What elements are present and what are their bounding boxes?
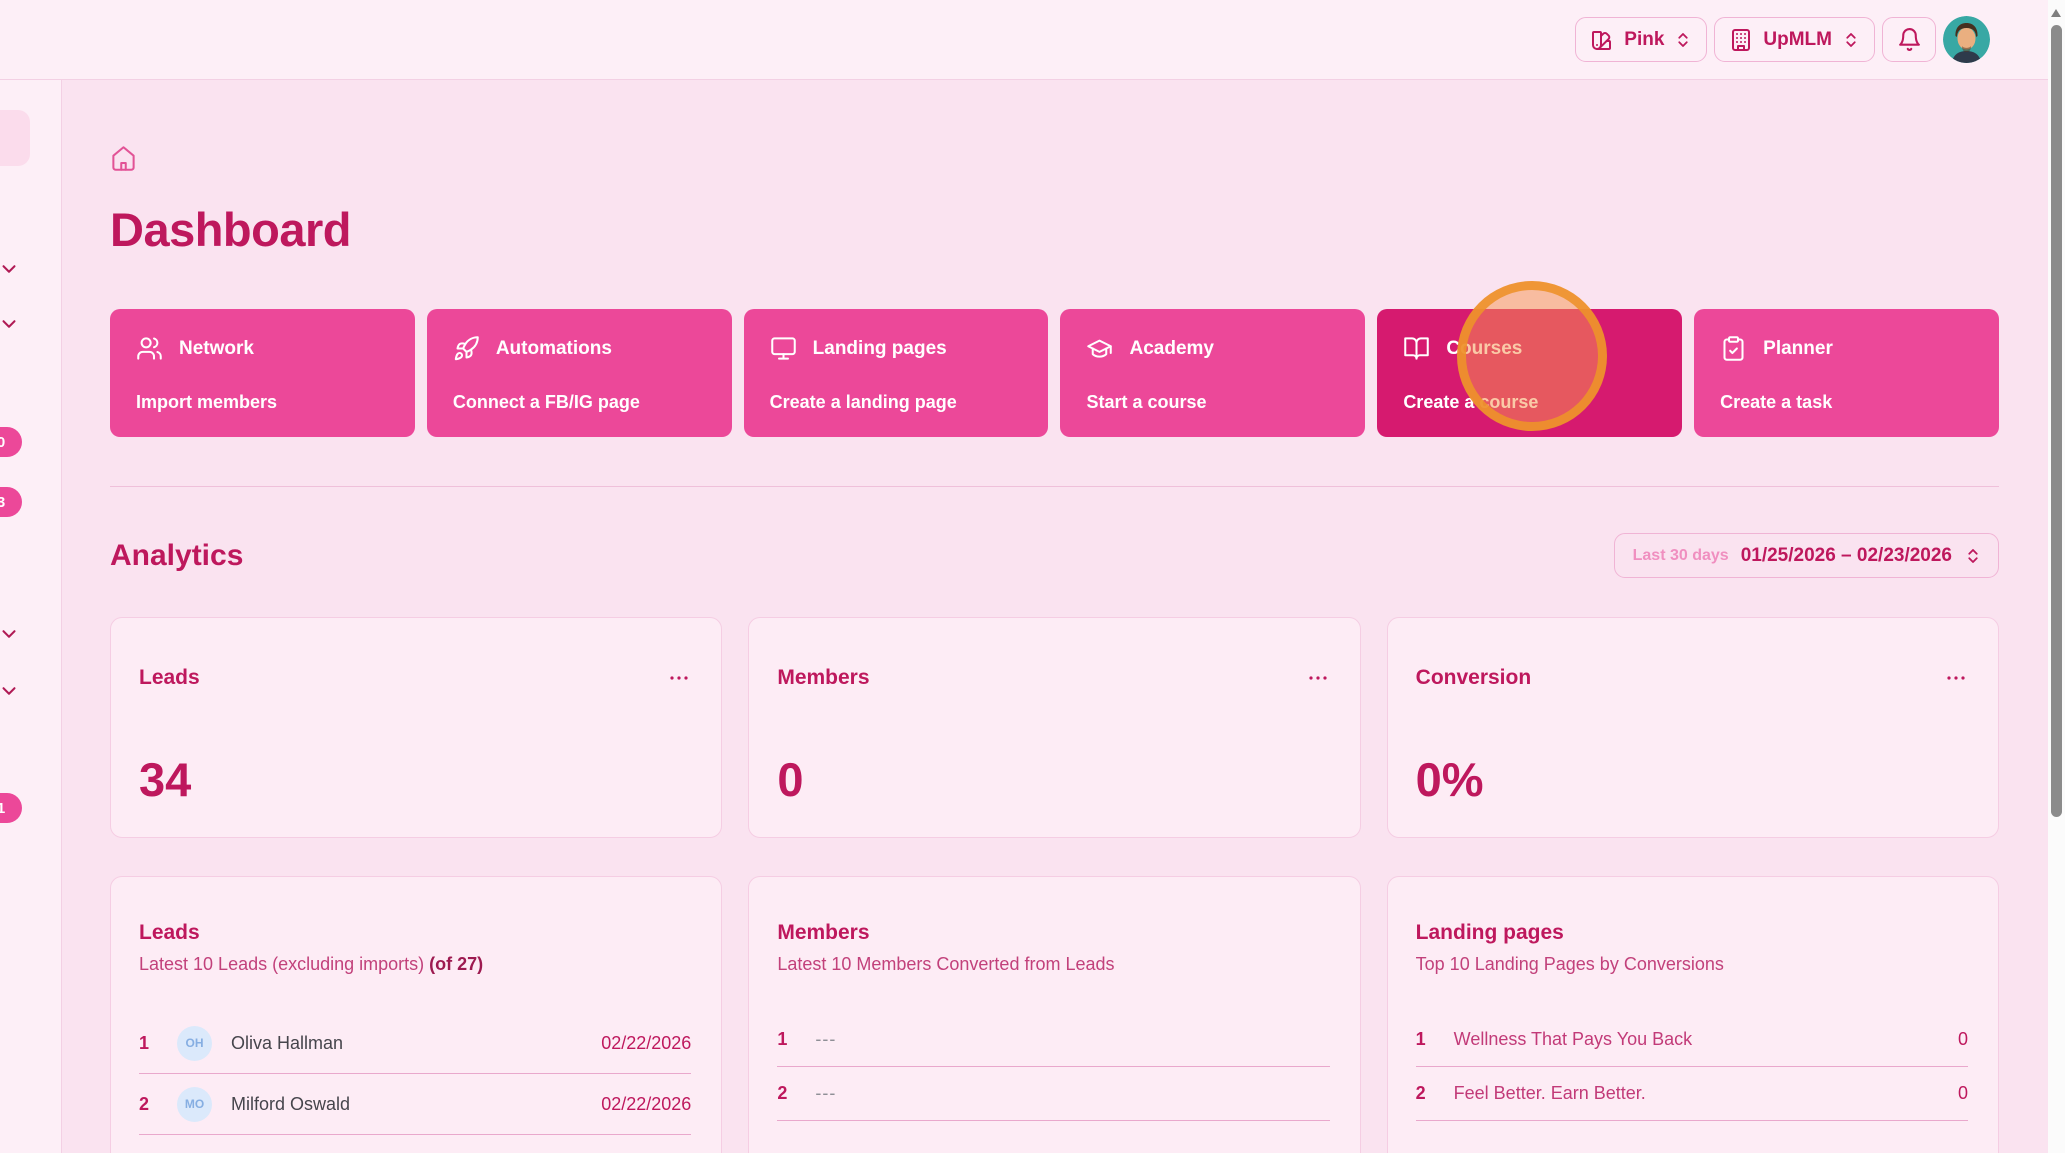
landing-page-row[interactable]: 2 Feel Better. Earn Better. 0 — [1415, 1067, 1968, 1121]
main-content: Dashboard Network Import members Automat… — [63, 81, 2048, 1153]
action-title: Landing pages — [812, 337, 947, 359]
stat-value: 0% — [1415, 753, 1484, 806]
scroll-up-arrow-icon[interactable] — [2051, 9, 2061, 17]
academy-action-button[interactable]: Academy Start a course — [1060, 309, 1366, 437]
sidebar: 0 3 1 — [0, 80, 62, 1153]
network-action-button[interactable]: Network Import members — [110, 309, 415, 437]
quick-actions-row: Network Import members Automations Conne… — [110, 309, 1999, 437]
members-list-card: Members Latest 10 Members Converted from… — [748, 876, 1361, 1153]
stats-row: Leads 34 Members 0 Conversion 0% — [110, 617, 1999, 838]
ellipsis-menu-icon[interactable] — [1306, 666, 1330, 690]
breadcrumb — [110, 145, 1999, 172]
sidebar-count-badge: 1 — [0, 793, 22, 823]
members-stat-card: Members 0 — [748, 617, 1361, 838]
vertical-scrollbar[interactable] — [2048, 0, 2065, 1153]
action-subtitle: Connect a FB/IG page — [452, 392, 640, 412]
notifications-button[interactable] — [1882, 17, 1936, 62]
theme-select-label: Pink — [1624, 28, 1665, 50]
graduation-cap-icon — [1086, 335, 1113, 362]
lists-row: Leads Latest 10 Leads (excluding imports… — [110, 876, 1999, 1153]
member-row: 1 --- — [777, 1013, 1330, 1067]
action-subtitle: Start a course — [1086, 392, 1207, 412]
landing-pages-list-card: Landing pages Top 10 Landing Pages by Co… — [1386, 876, 1999, 1153]
stat-title: Leads — [139, 666, 200, 689]
conversion-stat-card: Conversion 0% — [1386, 617, 1999, 838]
sidebar-count-badge: 3 — [0, 487, 22, 517]
stat-title: Conversion — [1415, 666, 1532, 689]
action-title: Network — [179, 337, 254, 359]
organization-select[interactable]: UpMLM — [1714, 17, 1875, 62]
initials-avatar: MO — [177, 1086, 212, 1122]
list-title: Members — [777, 921, 870, 944]
page-title: Dashboard — [110, 203, 352, 256]
landing-page-row[interactable]: 1 Wellness That Pays You Back 0 — [1415, 1013, 1968, 1067]
ellipsis-menu-icon[interactable] — [1944, 666, 1968, 690]
ellipsis-menu-icon[interactable] — [667, 666, 691, 690]
sidebar-active-item[interactable] — [0, 110, 30, 166]
rocket-icon — [453, 335, 480, 362]
list-title: Landing pages — [1415, 921, 1564, 944]
book-open-icon — [1403, 335, 1430, 362]
leads-list-card: Leads Latest 10 Leads (excluding imports… — [110, 876, 723, 1153]
action-subtitle: Create a task — [1720, 392, 1833, 412]
scrollbar-thumb[interactable] — [2051, 25, 2062, 817]
user-avatar[interactable] — [1943, 16, 1990, 63]
list-title: Leads — [139, 921, 200, 944]
list-subtitle: Latest 10 Leads (excluding imports) (of … — [139, 954, 484, 974]
action-title: Planner — [1763, 337, 1833, 359]
theme-select[interactable]: Pink — [1575, 17, 1708, 62]
action-subtitle: Create a landing page — [769, 392, 957, 412]
action-subtitle: Import members — [136, 392, 278, 412]
chevron-down-icon[interactable] — [0, 313, 20, 335]
organization-select-label: UpMLM — [1763, 28, 1832, 50]
chevron-down-icon[interactable] — [0, 258, 20, 280]
chevrons-up-down-icon — [1842, 31, 1860, 49]
swatchbook-icon — [1590, 28, 1614, 52]
lead-row[interactable]: 2 MO Milford Oswald 02/22/2026 — [139, 1074, 692, 1135]
stat-value: 0 — [777, 753, 804, 806]
lead-row[interactable]: 1 OH Oliva Hallman 02/22/2026 — [139, 1013, 692, 1074]
date-range-select[interactable]: Last 30 days 01/25/2026 – 02/23/2026 — [1613, 533, 1999, 578]
action-title: Courses — [1446, 337, 1523, 359]
stat-title: Members — [777, 666, 870, 689]
monitor-icon — [770, 335, 797, 362]
automations-action-button[interactable]: Automations Connect a FB/IG page — [426, 309, 732, 437]
home-icon[interactable] — [110, 145, 1999, 172]
courses-action-button[interactable]: Courses Create a course — [1377, 309, 1683, 437]
chevron-down-icon[interactable] — [0, 623, 20, 645]
list-subtitle: Top 10 Landing Pages by Conversions — [1415, 954, 1724, 974]
action-subtitle: Create a course — [1403, 392, 1539, 412]
action-title: Academy — [1129, 337, 1214, 359]
bell-icon — [1897, 27, 1922, 52]
planner-action-button[interactable]: Planner Create a task — [1694, 309, 1999, 437]
building-icon — [1729, 28, 1753, 52]
list-subtitle: Latest 10 Members Converted from Leads — [777, 954, 1115, 974]
initials-avatar: OH — [177, 1025, 212, 1061]
analytics-title: Analytics — [110, 538, 244, 572]
chevrons-up-down-icon — [1674, 31, 1692, 49]
date-range-value: 01/25/2026 – 02/23/2026 — [1740, 544, 1952, 566]
section-divider — [110, 486, 1999, 487]
dashboard-page: Pink UpMLM Dashboard Network Import memb… — [0, 0, 2065, 1153]
date-range-preset-label: Last 30 days — [1632, 546, 1729, 564]
chevrons-up-down-icon — [1964, 547, 1982, 565]
landing-pages-action-button[interactable]: Landing pages Create a landing page — [743, 309, 1049, 437]
clipboard-check-icon — [1720, 335, 1747, 362]
member-row: 2 --- — [777, 1067, 1330, 1121]
chevron-down-icon[interactable] — [0, 680, 20, 702]
sidebar-count-badge: 0 — [0, 427, 22, 457]
top-header: Pink UpMLM — [0, 0, 2048, 80]
stat-value: 34 — [139, 753, 192, 806]
action-title: Automations — [495, 337, 612, 359]
leads-stat-card: Leads 34 — [110, 617, 723, 838]
users-icon — [136, 335, 163, 362]
